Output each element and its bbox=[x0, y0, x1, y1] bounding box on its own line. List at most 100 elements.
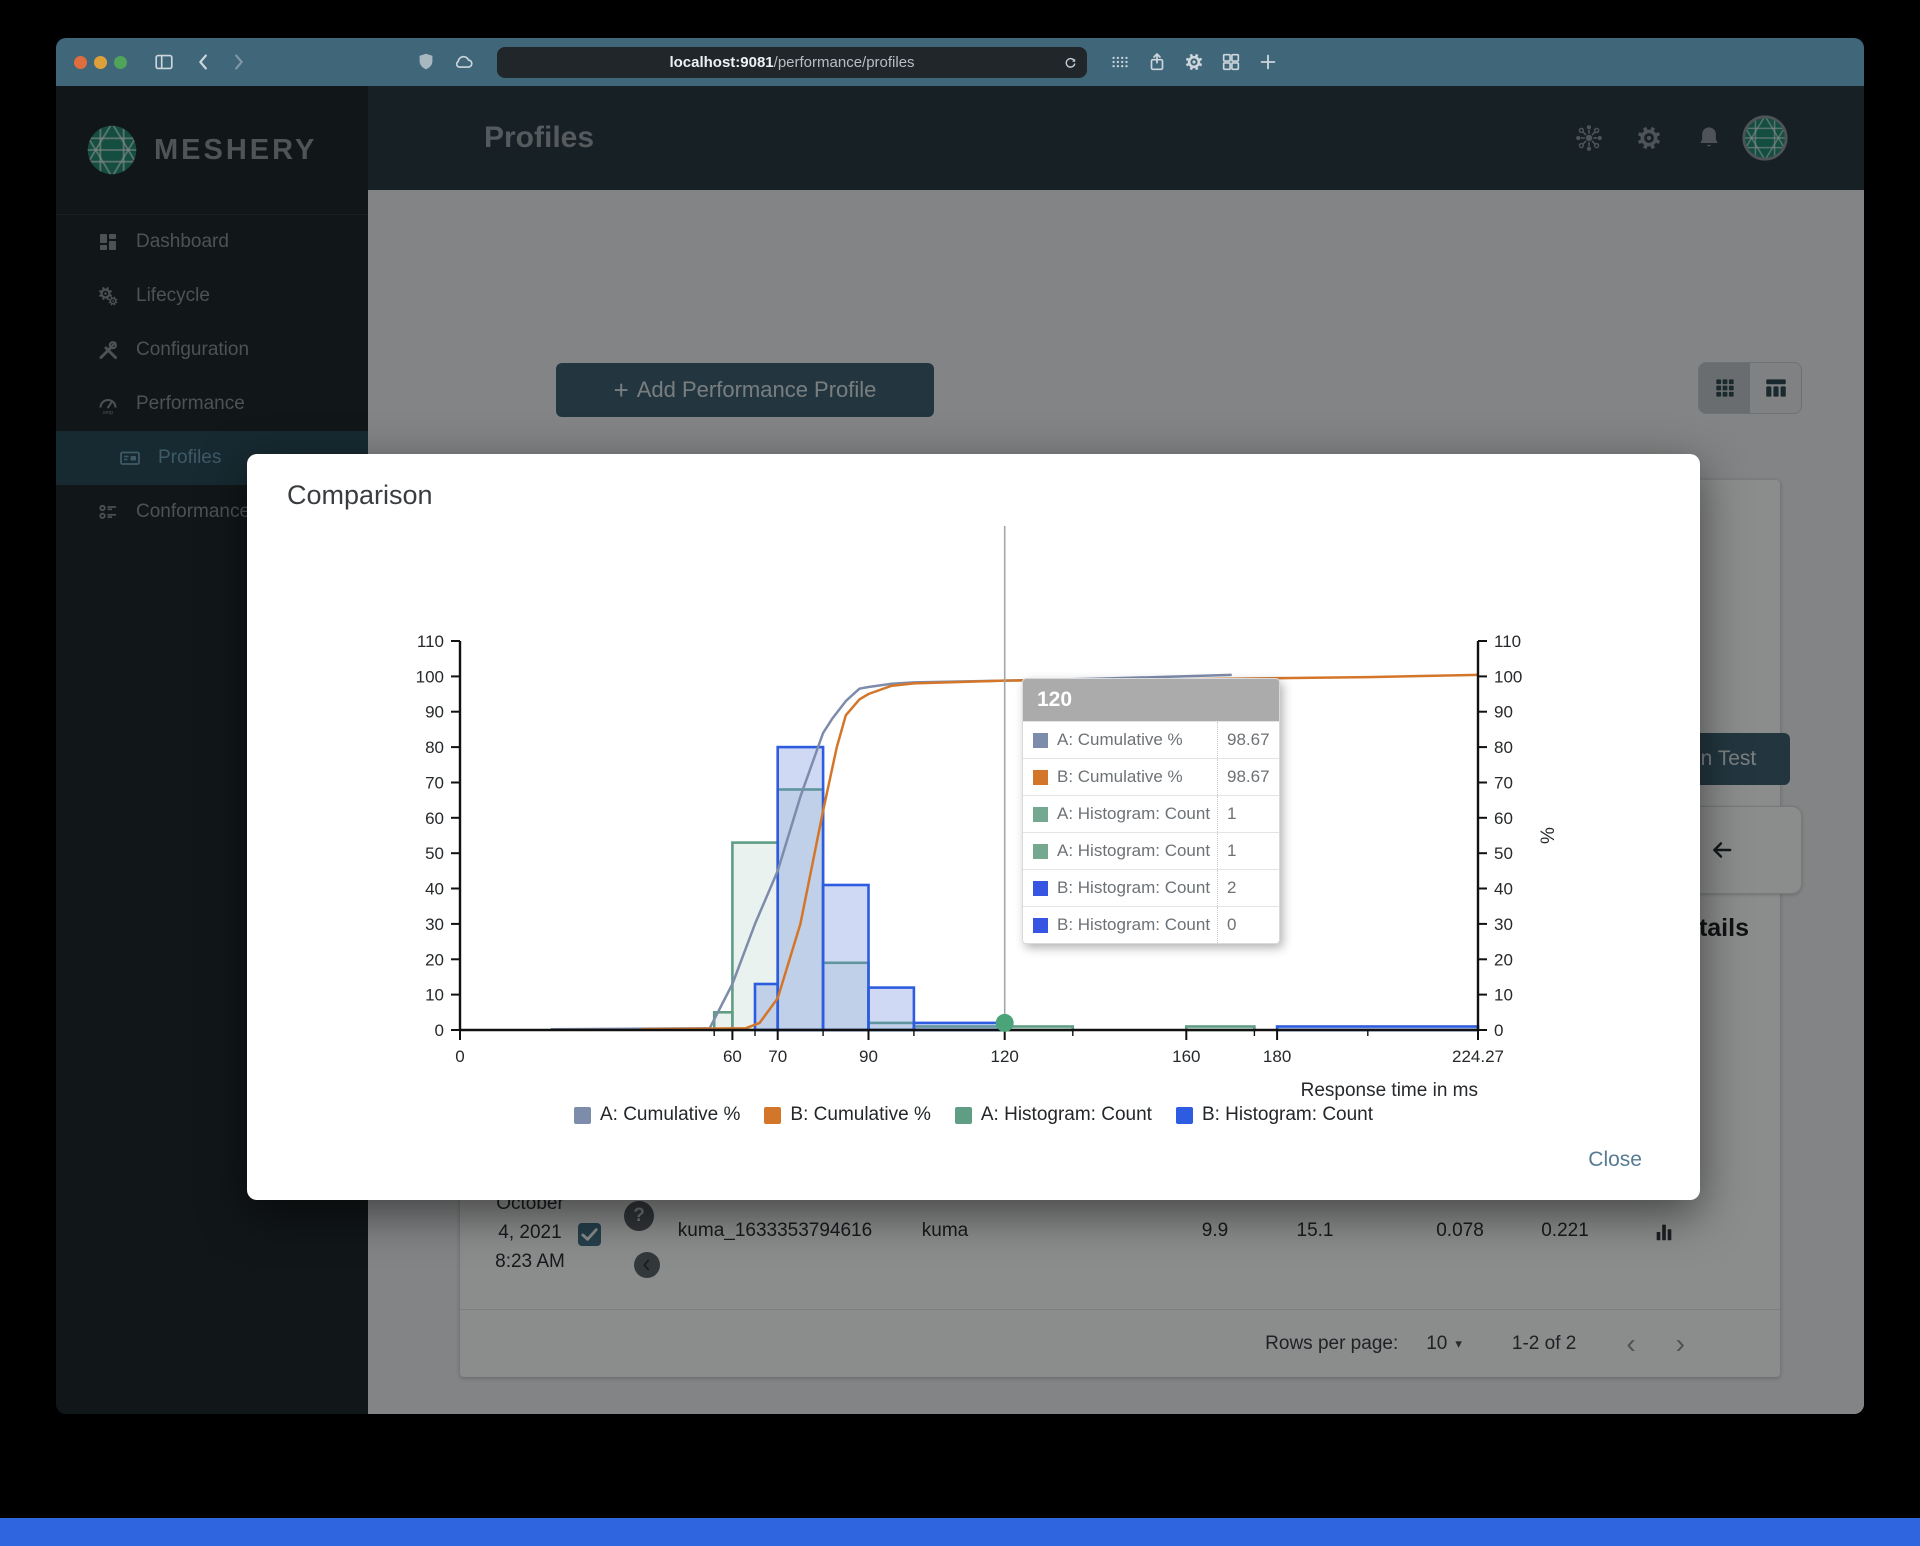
tooltip-label: B: Histogram: Count bbox=[1057, 878, 1211, 897]
cloud-icon[interactable] bbox=[453, 51, 475, 73]
tooltip-label: A: Histogram: Count bbox=[1057, 841, 1211, 860]
hover-marker bbox=[995, 1013, 1014, 1032]
legend-swatch bbox=[954, 1106, 972, 1124]
close-button[interactable]: Close bbox=[1578, 1140, 1652, 1180]
tooltip-value: 1 bbox=[1217, 796, 1279, 832]
tooltip-value: 98.67 bbox=[1217, 722, 1279, 758]
svg-text:Response time in ms: Response time in ms bbox=[1301, 1080, 1478, 1101]
tooltip-value: 98.67 bbox=[1217, 759, 1279, 795]
svg-text:30: 30 bbox=[1494, 915, 1513, 934]
svg-text:%: % bbox=[1538, 827, 1559, 844]
refresh-icon[interactable] bbox=[1062, 54, 1079, 71]
new-tab-icon[interactable] bbox=[1257, 51, 1279, 73]
legend-item: B: Cumulative % bbox=[764, 1104, 931, 1126]
close-window-button[interactable] bbox=[74, 55, 87, 69]
svg-text:0: 0 bbox=[455, 1047, 464, 1066]
svg-text:120: 120 bbox=[991, 1047, 1019, 1066]
legend-label: B: Histogram: Count bbox=[1201, 1104, 1374, 1125]
share-icon[interactable] bbox=[1146, 51, 1168, 73]
browser-sidebar-icon[interactable] bbox=[153, 51, 175, 73]
legend-item: A: Cumulative % bbox=[573, 1104, 741, 1126]
tooltip-row: B: Histogram: Count 2 bbox=[1023, 869, 1279, 906]
legend-label: B: Cumulative % bbox=[790, 1104, 931, 1125]
svg-text:20: 20 bbox=[1494, 950, 1513, 969]
svg-text:80: 80 bbox=[425, 738, 444, 757]
forward-icon[interactable] bbox=[227, 51, 249, 73]
svg-text:60: 60 bbox=[425, 809, 444, 828]
tooltip-label: A: Cumulative % bbox=[1057, 730, 1183, 749]
legend-label: A: Cumulative % bbox=[599, 1104, 741, 1125]
svg-text:80: 80 bbox=[1494, 738, 1513, 757]
back-icon[interactable] bbox=[193, 51, 215, 73]
tooltip-row: A: Histogram: Count 1 bbox=[1023, 832, 1279, 869]
browser-window: localhost:9081/performance/profiles MESH… bbox=[56, 38, 1864, 1414]
svg-text:100: 100 bbox=[1494, 667, 1522, 686]
meshery-app: MESHERY Dashboard Lifecycle Configuration s… bbox=[56, 86, 1864, 1414]
tab-overview-icon[interactable] bbox=[1220, 51, 1242, 73]
extensions-icon[interactable] bbox=[1109, 51, 1131, 73]
svg-text:60: 60 bbox=[1494, 809, 1513, 828]
svg-text:90: 90 bbox=[425, 703, 444, 722]
svg-text:50: 50 bbox=[1494, 844, 1513, 863]
tooltip-swatch bbox=[1033, 769, 1048, 785]
svg-text:40: 40 bbox=[425, 880, 444, 899]
tooltip-value: 2 bbox=[1217, 870, 1279, 906]
svg-text:180: 180 bbox=[1263, 1047, 1291, 1066]
tooltip-swatch bbox=[1033, 843, 1048, 859]
svg-text:100: 100 bbox=[416, 667, 444, 686]
tooltip-swatch bbox=[1033, 732, 1048, 748]
svg-text:10: 10 bbox=[1494, 986, 1513, 1005]
url-host: localhost:9081 bbox=[669, 53, 774, 71]
svg-text:50: 50 bbox=[425, 844, 444, 863]
comparison-modal: Comparison 0 0 10 10 20 20 30 30 40 40 50 50 60 60 70 7… bbox=[247, 454, 1700, 1200]
tooltip-row: A: Histogram: Count 1 bbox=[1023, 795, 1279, 832]
svg-text:160: 160 bbox=[1172, 1047, 1200, 1066]
svg-text:40: 40 bbox=[1494, 880, 1513, 899]
tooltip-row: B: Histogram: Count 0 bbox=[1023, 906, 1279, 943]
modal-title: Comparison bbox=[287, 480, 433, 510]
svg-text:110: 110 bbox=[417, 632, 444, 651]
svg-text:70: 70 bbox=[425, 774, 444, 793]
chart-tooltip: 120 A: Cumulative % 98.67 B: Cumulative % 9… bbox=[1022, 678, 1280, 944]
url-path: /performance/profiles bbox=[773, 53, 915, 71]
svg-text:0: 0 bbox=[435, 1021, 444, 1040]
shield-icon bbox=[415, 51, 437, 73]
tooltip-row: A: Cumulative % 98.67 bbox=[1023, 721, 1279, 758]
legend-item: A: Histogram: Count bbox=[954, 1104, 1152, 1126]
legend-swatch bbox=[1175, 1106, 1193, 1124]
tooltip-value: 0 bbox=[1217, 907, 1279, 943]
svg-text:90: 90 bbox=[859, 1047, 878, 1066]
tooltip-swatch bbox=[1033, 806, 1048, 822]
svg-text:60: 60 bbox=[723, 1047, 742, 1066]
svg-text:110: 110 bbox=[1494, 632, 1521, 651]
tooltip-label: B: Histogram: Count bbox=[1057, 915, 1211, 934]
svg-text:20: 20 bbox=[425, 950, 444, 969]
svg-text:70: 70 bbox=[768, 1047, 787, 1066]
tooltip-x-value: 120 bbox=[1023, 679, 1279, 721]
tooltip-rows: A: Cumulative % 98.67 B: Cumulative % 98.67… bbox=[1023, 721, 1279, 943]
legend-swatch bbox=[573, 1106, 591, 1124]
comparison-chart: 0 010 1020 2030 3040 4050 5060 6070 7080 8090 9010… bbox=[416, 526, 1559, 1101]
address-bar[interactable]: localhost:9081/performance/profiles bbox=[497, 46, 1087, 78]
svg-text:30: 30 bbox=[425, 915, 444, 934]
svg-text:10: 10 bbox=[425, 986, 444, 1005]
desktop: localhost:9081/performance/profiles MESH… bbox=[0, 0, 1920, 1546]
browser-chrome: localhost:9081/performance/profiles bbox=[56, 38, 1864, 86]
svg-text:90: 90 bbox=[1494, 703, 1513, 722]
legend-swatch bbox=[764, 1106, 782, 1124]
chart-legend: A: Cumulative % B: Cumulative % A: Histogr… bbox=[247, 1104, 1700, 1126]
tooltip-swatch bbox=[1033, 917, 1048, 933]
background-window-strip bbox=[0, 1518, 1920, 1546]
minimize-window-button[interactable] bbox=[94, 55, 107, 69]
legend-item: B: Histogram: Count bbox=[1175, 1104, 1374, 1126]
svg-text:224.27: 224.27 bbox=[1452, 1047, 1504, 1066]
legend-label: A: Histogram: Count bbox=[980, 1104, 1152, 1125]
tooltip-swatch bbox=[1033, 880, 1048, 896]
svg-text:0: 0 bbox=[1494, 1021, 1503, 1040]
tooltip-row: B: Cumulative % 98.67 bbox=[1023, 758, 1279, 795]
tooltip-value: 1 bbox=[1217, 833, 1279, 869]
svg-text:70: 70 bbox=[1494, 774, 1513, 793]
browser-settings-icon[interactable] bbox=[1183, 51, 1205, 73]
zoom-window-button[interactable] bbox=[114, 55, 127, 69]
tooltip-label: A: Histogram: Count bbox=[1057, 804, 1211, 823]
